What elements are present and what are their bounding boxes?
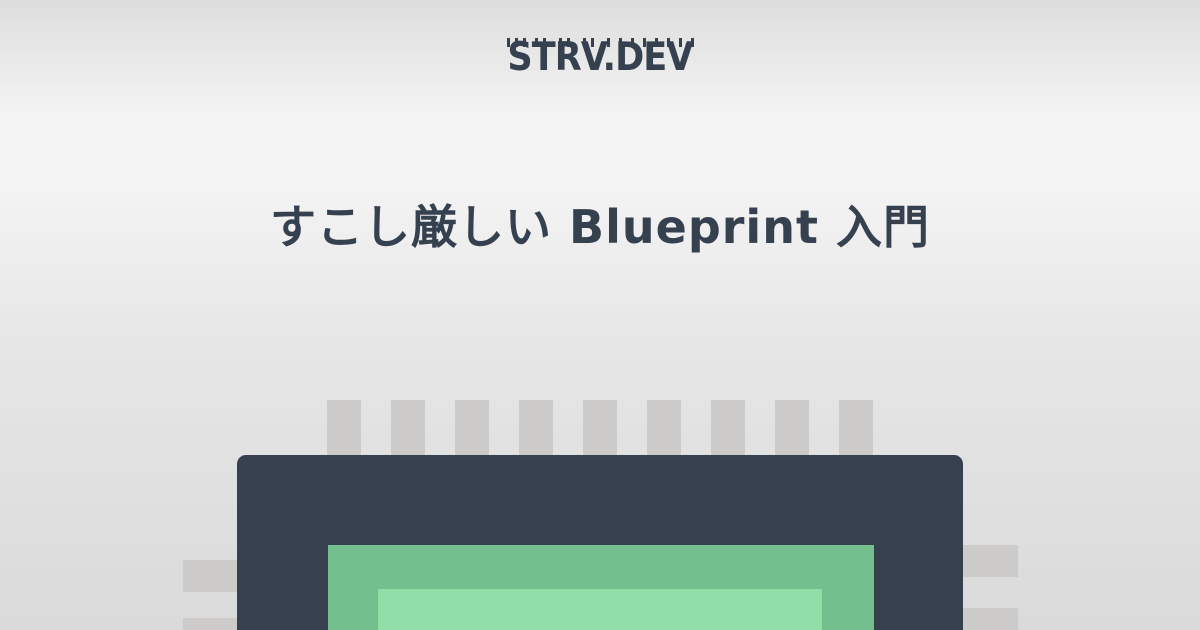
chip-pin-top [647,400,681,456]
chip-die-inner [378,589,822,630]
chip-pin-top [839,400,873,456]
chip-pin-top [583,400,617,456]
chip-pin-right [957,608,1018,630]
microchip-icon [0,0,1200,630]
chip-pin-top [391,400,425,456]
chip-pin-right [957,545,1018,577]
chip-pin-top [775,400,809,456]
chip-pin-top [519,400,553,456]
chip-pin-top [711,400,745,456]
chip-pin-top [327,400,361,456]
chip-pin-left [183,560,243,592]
chip-pin-top [455,400,489,456]
chip-pin-left [183,618,243,630]
